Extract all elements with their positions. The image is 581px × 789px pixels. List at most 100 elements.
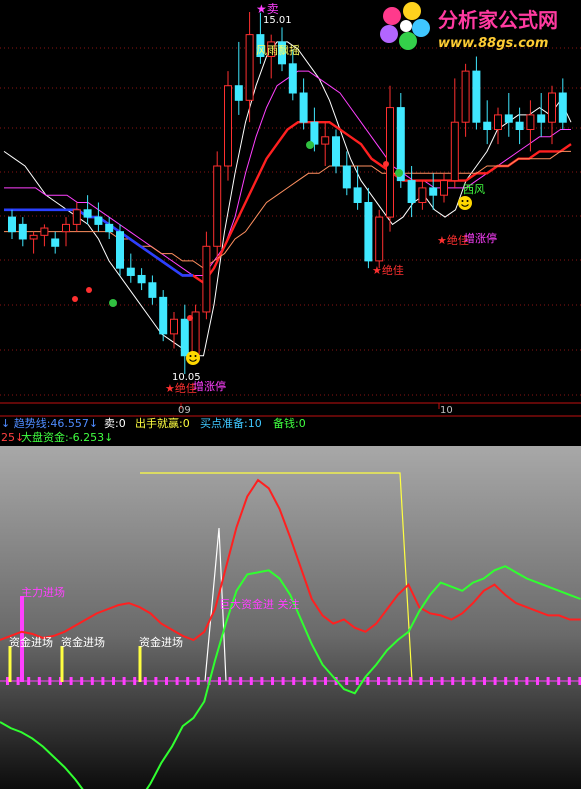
baseline-marker <box>292 677 296 685</box>
baseline-marker <box>165 677 168 685</box>
baseline-marker <box>387 677 391 685</box>
site-logo[interactable]: 分析家公式网 www.88gs.com <box>380 2 558 51</box>
candle-body <box>245 34 254 101</box>
candle-body <box>213 165 222 247</box>
sell-star-label: ★卖 <box>256 2 279 16</box>
candle-body <box>29 234 38 240</box>
trend-line-value: ↓ 趋势线:46.557↓ <box>1 416 98 430</box>
baseline-marker <box>69 677 73 685</box>
baseline-marker <box>345 677 349 685</box>
baseline-marker <box>525 677 529 685</box>
candle <box>224 71 232 181</box>
sell-value: 卖:0 <box>104 417 126 430</box>
fund-in-label-2: 资金进场 <box>61 635 105 649</box>
smiley-icon <box>458 196 472 210</box>
candle <box>213 151 222 261</box>
high-price-label: 15.01 <box>263 15 292 26</box>
candle-body <box>288 63 297 94</box>
candle-body <box>51 238 60 247</box>
best-buy-label-2: ★绝佳 <box>372 263 404 277</box>
candle-body <box>83 209 92 218</box>
baseline-marker <box>143 677 147 685</box>
candle-body <box>18 223 27 240</box>
indicator-info-line-1: ↓ 趋势线:46.557↓ 卖:0 出手就赢:0 买点准备:10 备钱:0 <box>1 416 306 430</box>
baseline-marker <box>260 677 264 685</box>
candle-body <box>191 311 200 357</box>
candle-body <box>116 231 124 269</box>
baseline-marker <box>366 677 370 685</box>
candle-body <box>180 318 189 357</box>
baseline-marker <box>154 677 158 685</box>
baseline-marker <box>196 677 200 685</box>
fund-in-label-3: 资金进场 <box>139 635 183 649</box>
baseline-marker <box>461 677 465 685</box>
baseline-marker <box>37 677 41 685</box>
candle <box>116 224 124 276</box>
baseline-marker <box>133 677 137 685</box>
candle-body <box>494 114 502 131</box>
west-wind-label: 西风 <box>463 183 485 196</box>
x-tick-label: 10 <box>440 405 453 416</box>
baseline-marker <box>546 677 550 685</box>
candle-body <box>170 318 178 335</box>
lower-panel-bg <box>0 446 581 789</box>
baseline-marker <box>271 677 274 685</box>
candle <box>159 290 168 342</box>
baseline-marker <box>281 677 285 685</box>
baseline-marker <box>355 677 359 685</box>
baseline-marker <box>186 677 190 685</box>
baseline-marker <box>430 677 433 685</box>
baseline-marker <box>557 677 561 685</box>
chart-canvas: 分析家公式网 www.88gs.com ★卖 15.01 风雨飘摇 10.05 … <box>0 0 581 789</box>
baseline-marker <box>567 677 571 685</box>
baseline-marker <box>218 677 221 685</box>
reserve-value: 备钱:0 <box>273 416 306 430</box>
candle-body <box>72 209 81 225</box>
logo-url: www.88gs.com <box>438 36 548 51</box>
candle-body <box>332 136 340 167</box>
candle-body <box>8 216 16 233</box>
buy-prep-value: 买点准备:10 <box>200 416 262 430</box>
candle-body <box>62 223 70 233</box>
baseline-marker <box>536 677 539 685</box>
baseline-marker <box>398 677 402 685</box>
baseline-marker <box>377 677 380 685</box>
baseline-marker <box>122 677 126 685</box>
baseline-marker <box>302 677 306 685</box>
baseline-marker <box>80 677 84 685</box>
baseline-marker <box>90 677 94 685</box>
indicator-info-line-2: 25↓ 大盘资金:-6.253↓ <box>1 430 113 444</box>
big-fund-label: 巨大资金进 关注 <box>219 597 300 611</box>
smiley-icon <box>186 351 200 365</box>
win-value: 出手就赢:0 <box>135 416 190 430</box>
baseline-marker <box>504 677 508 685</box>
baseline-marker <box>324 677 327 685</box>
candle-body <box>353 187 362 203</box>
baseline-marker <box>175 677 179 685</box>
baseline-marker <box>228 677 232 685</box>
baseline-marker <box>101 677 105 685</box>
candle-body <box>526 114 535 131</box>
logo-title: 分析家公式网 <box>438 8 558 32</box>
candle-body <box>515 121 524 131</box>
candle-body <box>137 274 146 284</box>
candle <box>386 85 394 232</box>
candle-body <box>342 165 351 189</box>
candle-body <box>483 121 492 131</box>
candle-body <box>310 121 319 145</box>
baseline-marker <box>493 677 497 685</box>
candle <box>375 209 384 269</box>
limit-up-label-2: 增涨停 <box>464 231 497 245</box>
baseline-marker <box>239 677 243 685</box>
candle-body <box>418 187 427 203</box>
candle-body <box>461 70 470 123</box>
candle-body <box>472 70 481 123</box>
baseline-marker <box>472 677 476 685</box>
baseline-marker <box>419 677 423 685</box>
limit-up-label-1: 增涨停 <box>193 379 226 393</box>
candle-body <box>299 92 308 123</box>
candle-body <box>537 114 546 123</box>
market-fund-value: 大盘资金:-6.253↓ <box>21 430 113 444</box>
candle-body <box>375 216 384 262</box>
candle-body <box>321 136 330 145</box>
